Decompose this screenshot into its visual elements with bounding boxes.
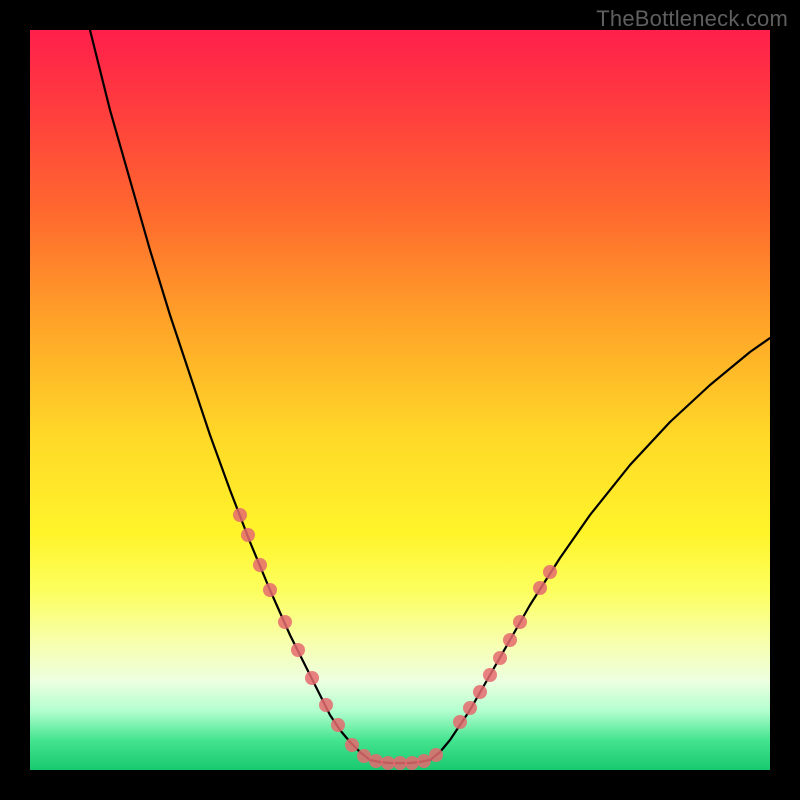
marker-point bbox=[319, 698, 333, 712]
marker-point bbox=[533, 581, 547, 595]
marker-point bbox=[393, 756, 407, 770]
marker-point bbox=[357, 749, 371, 763]
marker-point bbox=[453, 715, 467, 729]
marker-point bbox=[305, 671, 319, 685]
marker-point bbox=[369, 754, 383, 768]
marker-point bbox=[493, 651, 507, 665]
marker-point bbox=[463, 701, 477, 715]
marker-point bbox=[345, 738, 359, 752]
marker-point bbox=[473, 685, 487, 699]
marker-point bbox=[253, 558, 267, 572]
marker-point bbox=[543, 565, 557, 579]
curve-group bbox=[90, 30, 770, 763]
marker-point bbox=[233, 508, 247, 522]
chart-svg bbox=[30, 30, 770, 770]
marker-point bbox=[513, 615, 527, 629]
marker-point bbox=[263, 583, 277, 597]
bottleneck-curve bbox=[90, 30, 770, 763]
marker-point bbox=[417, 754, 431, 768]
marker-point bbox=[405, 756, 419, 770]
marker-point bbox=[291, 643, 305, 657]
marker-point bbox=[429, 748, 443, 762]
chart-frame: TheBottleneck.com bbox=[0, 0, 800, 800]
marker-point bbox=[503, 633, 517, 647]
marker-point bbox=[483, 668, 497, 682]
marker-point bbox=[331, 718, 345, 732]
plot-area bbox=[30, 30, 770, 770]
watermark-text: TheBottleneck.com bbox=[596, 6, 788, 32]
marker-point bbox=[241, 528, 255, 542]
marker-group bbox=[233, 508, 557, 770]
marker-point bbox=[278, 615, 292, 629]
marker-point bbox=[381, 756, 395, 770]
